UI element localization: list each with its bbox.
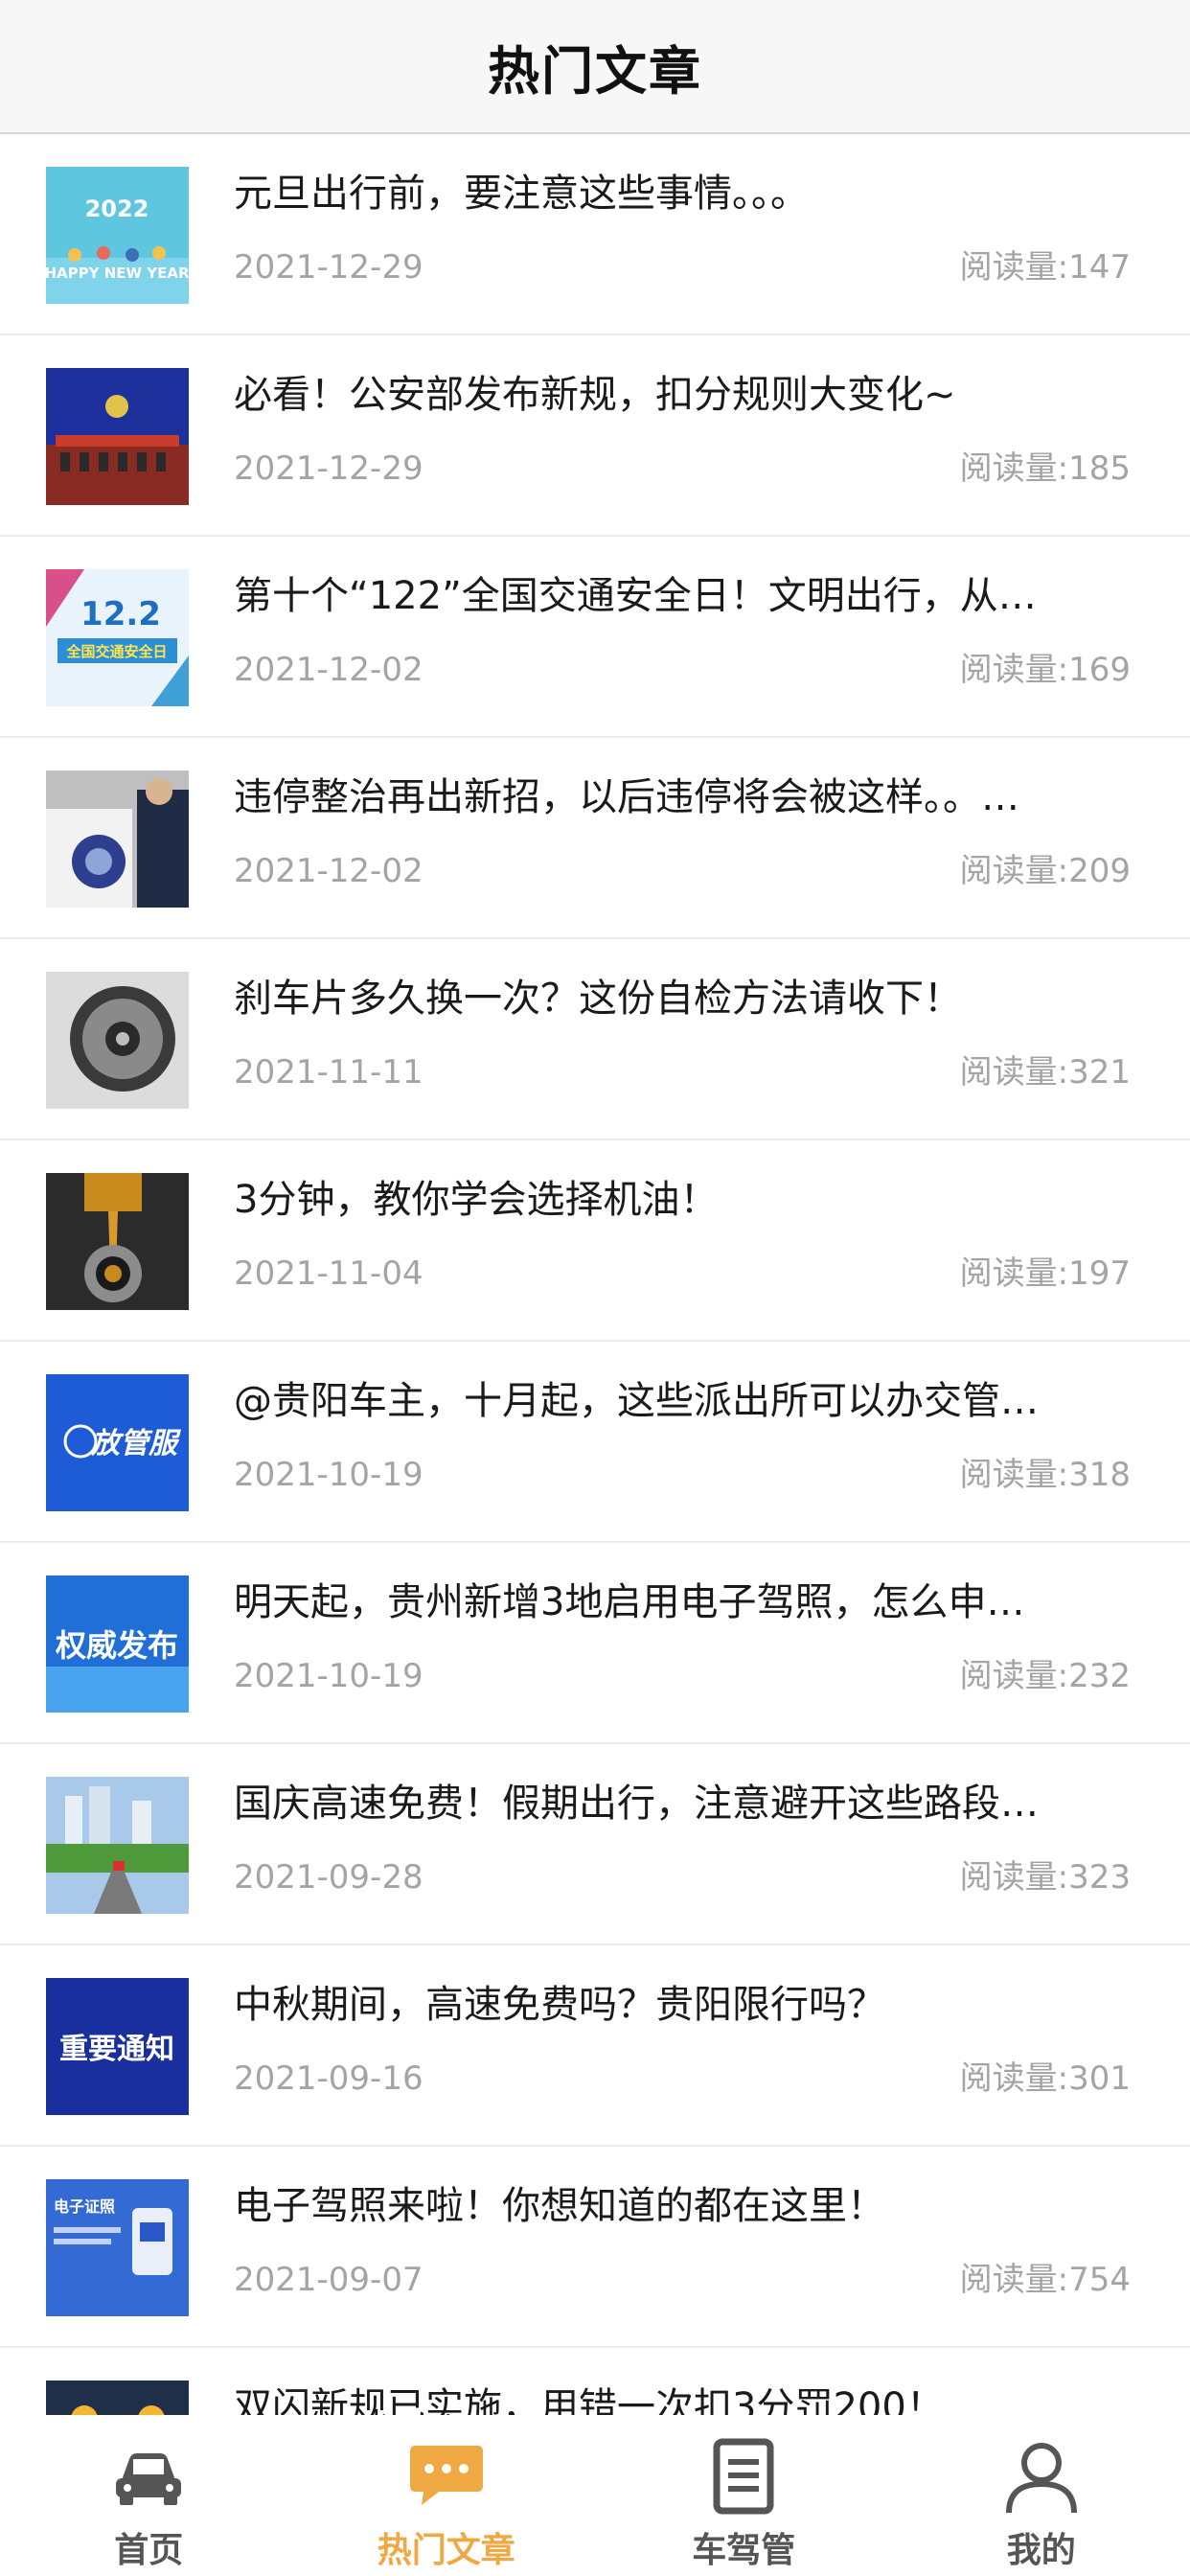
user-icon: [1001, 2436, 1082, 2517]
article-thumbnail: 12.2 全国交通安全日: [46, 569, 189, 706]
article-item[interactable]: 必看！公安部发布新规，扣分规则大变化~ 2021-12-29 阅读量:185: [0, 335, 1190, 537]
article-read-count: 阅读量:321: [959, 1053, 1131, 1092]
tab-mine-label: 我的: [1006, 2531, 1076, 2570]
svg-text:重要通知: 重要通知: [59, 2033, 174, 2066]
document-icon: [703, 2436, 784, 2517]
app-screen: 热门文章 2022 HAPPY NEW YEAR 元旦出行前，要注意这些事情。。…: [0, 0, 1190, 2576]
article-item[interactable]: 双闪新规已实施，用错一次扣3分罚200！: [0, 2348, 1190, 2415]
article-thumbnail: [46, 770, 189, 908]
article-item[interactable]: 3分钟，教你学会选择机油！ 2021-11-04 阅读量:197: [0, 1140, 1190, 1342]
article-title[interactable]: 明天起，贵州新增3地启用电子驾照，怎么申…: [234, 1577, 1134, 1627]
page-title: 热门文章: [488, 40, 702, 102]
svg-text:电子证照: 电子证照: [54, 2197, 115, 2216]
article-date: 2021-10-19: [234, 1456, 423, 1494]
article-title[interactable]: 刹车片多久换一次？这份自检方法请收下！: [234, 974, 1134, 1024]
tab-vehicle-mgmt[interactable]: 车驾管: [595, 2415, 893, 2576]
chat-bubble-icon: [406, 2436, 487, 2517]
article-title[interactable]: 电子驾照来啦！你想知道的都在这里！: [234, 2181, 1134, 2231]
svg-text:12.2: 12.2: [80, 595, 161, 633]
article-title[interactable]: 元旦出行前，要注意这些事情。。。: [234, 169, 1134, 218]
tab-hot-articles-label: 热门文章: [377, 2531, 515, 2570]
article-date: 2021-10-19: [234, 1657, 423, 1695]
article-read-count: 阅读量:318: [959, 1456, 1131, 1494]
article-thumbnail: [46, 2380, 189, 2415]
svg-text:放管服: 放管服: [90, 1427, 182, 1460]
tab-mine[interactable]: 我的: [893, 2415, 1190, 2576]
car-icon: [108, 2436, 189, 2517]
article-thumbnail: [46, 1777, 189, 1914]
article-title[interactable]: 中秋期间，高速免费吗？贵阳限行吗？: [234, 1980, 1134, 2030]
tab-home[interactable]: 首页: [0, 2415, 298, 2576]
article-read-count: 阅读量:323: [959, 1858, 1131, 1897]
svg-text:2022: 2022: [85, 196, 149, 222]
article-read-count: 阅读量:185: [959, 449, 1131, 488]
article-title[interactable]: 第十个“122”全国交通安全日！文明出行，从…: [234, 571, 1134, 621]
article-title[interactable]: 3分钟，教你学会选择机油！: [234, 1175, 1134, 1225]
article-title[interactable]: 必看！公安部发布新规，扣分规则大变化~: [234, 370, 1134, 420]
article-thumbnail: 2022 HAPPY NEW YEAR: [46, 167, 189, 304]
article-title[interactable]: @贵阳车主，十月起，这些派出所可以办交管…: [234, 1376, 1134, 1426]
article-thumbnail: 权威发布: [46, 1576, 189, 1713]
article-read-count: 阅读量:301: [959, 2059, 1131, 2098]
article-item[interactable]: 重要通知 中秋期间，高速免费吗？贵阳限行吗？ 2021-09-16 阅读量:30…: [0, 1945, 1190, 2147]
article-read-count: 阅读量:169: [959, 651, 1131, 689]
article-date: 2021-09-28: [234, 1858, 423, 1897]
article-read-count: 阅读量:197: [959, 1254, 1131, 1293]
article-item[interactable]: 12.2 全国交通安全日 第十个“122”全国交通安全日！文明出行，从… 202…: [0, 537, 1190, 738]
svg-text:HAPPY NEW YEAR: HAPPY NEW YEAR: [46, 264, 189, 282]
article-item[interactable]: 国庆高速免费！假期出行，注意避开这些路段… 2021-09-28 阅读量:323: [0, 1744, 1190, 1945]
article-item[interactable]: 2022 HAPPY NEW YEAR 元旦出行前，要注意这些事情。。。 202…: [0, 134, 1190, 335]
article-date: 2021-12-02: [234, 852, 423, 890]
article-read-count: 阅读量:754: [959, 2261, 1131, 2299]
article-date: 2021-12-02: [234, 651, 423, 689]
article-item[interactable]: 刹车片多久换一次？这份自检方法请收下！ 2021-11-11 阅读量:321: [0, 939, 1190, 1140]
tab-vehicle-mgmt-label: 车驾管: [692, 2531, 796, 2570]
article-thumbnail: 放管服: [46, 1374, 189, 1511]
article-title[interactable]: 双闪新规已实施，用错一次扣3分罚200！: [234, 2382, 1134, 2415]
article-item[interactable]: 权威发布 明天起，贵州新增3地启用电子驾照，怎么申… 2021-10-19 阅读…: [0, 1543, 1190, 1744]
article-date: 2021-12-29: [234, 449, 423, 488]
svg-text:全国交通安全日: 全国交通安全日: [65, 643, 167, 660]
tab-hot-articles[interactable]: 热门文章: [298, 2415, 596, 2576]
nav-header: 热门文章: [0, 0, 1190, 134]
article-item[interactable]: 电子证照 电子驾照来啦！你想知道的都在这里！ 2021-09-07 阅读量:75…: [0, 2147, 1190, 2348]
article-date: 2021-12-29: [234, 248, 423, 287]
article-date: 2021-09-16: [234, 2059, 423, 2098]
article-thumbnail: 重要通知: [46, 1978, 189, 2115]
article-date: 2021-11-11: [234, 1053, 423, 1092]
tab-home-label: 首页: [114, 2531, 184, 2570]
article-read-count: 阅读量:147: [959, 248, 1131, 287]
article-thumbnail: [46, 368, 189, 505]
article-item[interactable]: 违停整治再出新招，以后违停将会被这样。。… 2021-12-02 阅读量:209: [0, 738, 1190, 939]
article-date: 2021-09-07: [234, 2261, 423, 2299]
article-title[interactable]: 国庆高速免费！假期出行，注意避开这些路段…: [234, 1779, 1134, 1828]
article-thumbnail: 电子证照: [46, 2179, 189, 2316]
svg-text:权威发布: 权威发布: [55, 1627, 178, 1664]
article-thumbnail: [46, 972, 189, 1109]
article-item[interactable]: 放管服 @贵阳车主，十月起，这些派出所可以办交管… 2021-10-19 阅读量…: [0, 1342, 1190, 1543]
article-list[interactable]: 2022 HAPPY NEW YEAR 元旦出行前，要注意这些事情。。。 202…: [0, 134, 1190, 2415]
article-date: 2021-11-04: [234, 1254, 423, 1293]
bottom-tab-bar: 首页 热门文章 车驾管 我的: [0, 2415, 1190, 2576]
article-title[interactable]: 违停整治再出新招，以后违停将会被这样。。…: [234, 772, 1134, 822]
article-read-count: 阅读量:232: [959, 1657, 1131, 1695]
article-thumbnail: [46, 1173, 189, 1310]
article-read-count: 阅读量:209: [959, 852, 1131, 890]
